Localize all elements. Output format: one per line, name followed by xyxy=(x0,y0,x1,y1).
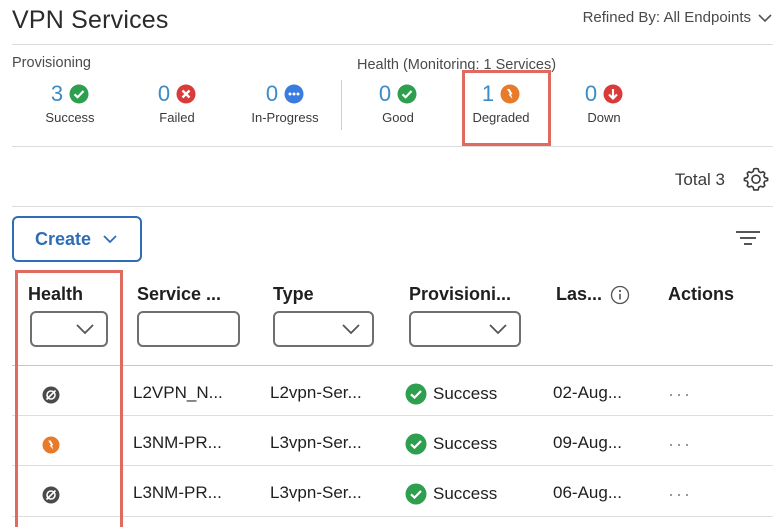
service-name-cell[interactable]: L3NM-PR... xyxy=(133,483,222,503)
refined-by-dropdown[interactable]: Refined By: All Endpoints xyxy=(583,9,773,26)
column-header-type[interactable]: Type xyxy=(273,284,314,305)
column-header-label: Provisioni... xyxy=(409,284,512,304)
provisioning-status: Success xyxy=(433,434,498,453)
provisioning-label: Provisioning xyxy=(12,55,91,71)
arrow-down-circle-icon xyxy=(603,84,623,104)
type-cell: L2vpn-Ser... xyxy=(270,383,362,402)
column-header-last-updated[interactable]: Las... xyxy=(556,284,630,305)
stat-value: 0 xyxy=(157,81,171,106)
stat-label: In-Progress xyxy=(251,110,319,125)
actions-menu-button[interactable]: ··· xyxy=(668,434,692,455)
service-filter-input[interactable] xyxy=(137,311,240,347)
provisioning-status: Success xyxy=(433,384,498,403)
page-title: VPN Services xyxy=(12,6,169,34)
column-header-actions: Actions xyxy=(668,284,734,305)
check-circle-icon xyxy=(405,433,427,455)
column-header-provisioning[interactable]: Provisioni... xyxy=(409,284,511,305)
service-name-cell[interactable]: L2VPN_N... xyxy=(133,383,223,403)
last-updated-cell: 09-Aug... xyxy=(553,433,622,452)
check-circle-icon xyxy=(397,84,417,104)
stat-label: Down xyxy=(587,110,621,125)
ellipsis-circle-icon xyxy=(284,84,304,104)
section-separator xyxy=(341,80,342,130)
table-header-divider xyxy=(12,365,773,366)
provisioning-cell: Success xyxy=(405,433,497,455)
type-cell: L3vpn-Ser... xyxy=(270,483,362,502)
info-icon[interactable] xyxy=(610,285,630,305)
refined-by-label: Refined By: All Endpoints xyxy=(582,9,751,26)
create-button[interactable]: Create xyxy=(12,216,142,262)
actions-menu-button[interactable]: ··· xyxy=(668,484,692,505)
last-updated-cell: 06-Aug... xyxy=(553,483,622,502)
stat-label: Failed xyxy=(159,110,195,125)
column-header-label: Las... xyxy=(556,284,603,304)
stat-value: 0 xyxy=(378,81,392,106)
degraded-highlight-box xyxy=(462,70,551,146)
chevron-down-icon xyxy=(758,13,772,22)
stat-provisioning-in-progress[interactable]: 0 In-Progress xyxy=(240,81,330,126)
service-name-cell[interactable]: L3NM-PR... xyxy=(133,433,222,453)
table-row-divider xyxy=(12,415,773,416)
chevron-down-icon xyxy=(103,235,117,244)
x-circle-icon xyxy=(176,84,196,104)
stat-value: 3 xyxy=(50,81,64,106)
divider xyxy=(12,206,773,207)
total-count: Total 3 xyxy=(674,170,725,189)
check-circle-icon xyxy=(69,84,89,104)
table-row-divider xyxy=(12,465,773,466)
stat-provisioning-success[interactable]: 3 Success xyxy=(25,81,115,126)
column-header-label: Type xyxy=(273,284,314,304)
divider xyxy=(12,44,773,45)
provisioning-filter-select[interactable] xyxy=(409,311,521,347)
stat-health-down[interactable]: 0 Down xyxy=(559,82,649,125)
chevron-down-icon xyxy=(342,324,360,335)
column-header-label: Actions xyxy=(668,284,735,304)
gear-icon[interactable] xyxy=(743,166,769,192)
stat-label: Good xyxy=(382,110,414,125)
filter-icon[interactable] xyxy=(735,228,761,248)
create-button-label: Create xyxy=(34,228,92,249)
actions-menu-button[interactable]: ··· xyxy=(668,384,692,405)
provisioning-status: Success xyxy=(433,484,498,503)
provisioning-cell: Success xyxy=(405,383,497,405)
table-row-divider xyxy=(12,516,773,517)
column-header-service[interactable]: Service ... xyxy=(137,284,221,305)
stat-value: 0 xyxy=(584,81,598,106)
column-header-label: Service ... xyxy=(137,284,222,304)
chevron-down-icon xyxy=(489,324,507,335)
type-filter-select[interactable] xyxy=(273,311,374,347)
type-cell: L3vpn-Ser... xyxy=(270,433,362,452)
divider xyxy=(12,146,773,147)
stat-value: 0 xyxy=(265,81,279,106)
stat-label: Success xyxy=(45,110,95,125)
stat-provisioning-failed[interactable]: 0 Failed xyxy=(132,82,222,125)
check-circle-icon xyxy=(405,383,427,405)
check-circle-icon xyxy=(405,483,427,505)
last-updated-cell: 02-Aug... xyxy=(553,383,622,402)
stat-health-good[interactable]: 0 Good xyxy=(353,82,443,125)
health-column-highlight-box xyxy=(15,270,123,527)
provisioning-cell: Success xyxy=(405,483,497,505)
